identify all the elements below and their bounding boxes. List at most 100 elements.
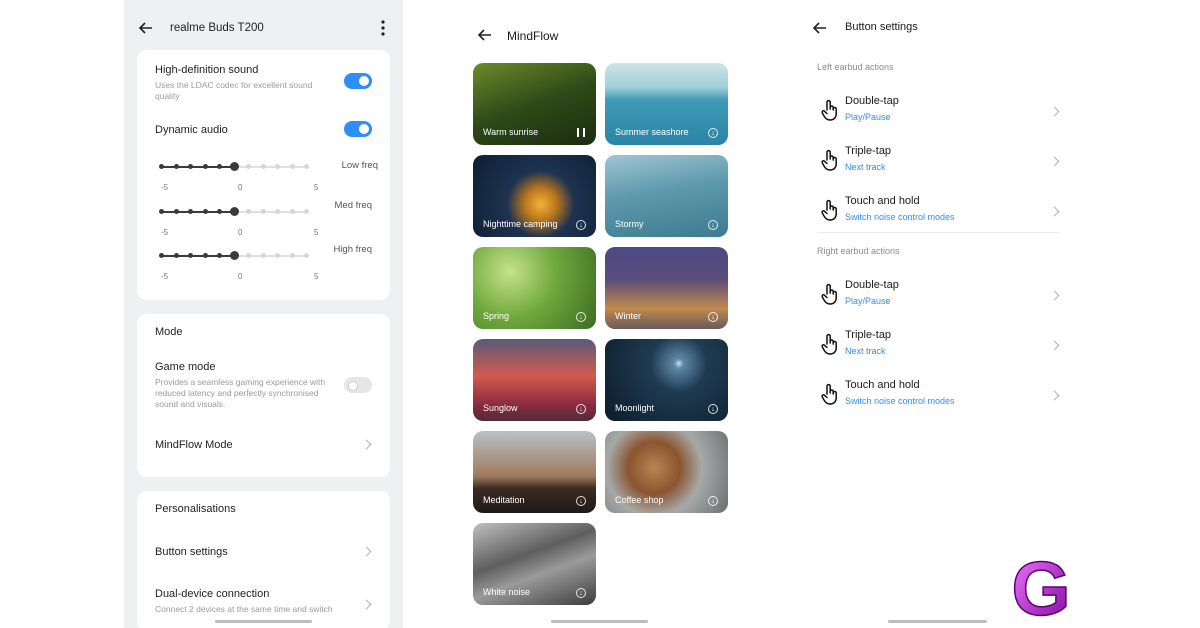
right-touch-and-hold-row[interactable]: Touch and hold Switch noise control modes bbox=[817, 373, 1062, 423]
eq-slider-low[interactable] bbox=[159, 162, 309, 172]
action-label: Switch noise control modes bbox=[845, 396, 955, 406]
back-arrow-icon[interactable] bbox=[477, 27, 493, 43]
eq-step-dot bbox=[173, 209, 179, 214]
eq-slider-med[interactable] bbox=[159, 207, 309, 217]
home-indicator bbox=[551, 620, 648, 623]
sound-tile-label: Sunglow bbox=[483, 403, 518, 413]
touch-gesture-icon bbox=[821, 283, 837, 305]
dynamic-audio-title: Dynamic audio bbox=[155, 124, 228, 136]
eq-step-dot bbox=[289, 209, 295, 214]
chevron-right-icon bbox=[361, 439, 372, 450]
eq-track-inactive bbox=[233, 166, 306, 168]
sound-tile-nighttime-camping[interactable]: Nighttime camping ↓ bbox=[473, 155, 596, 237]
dual-device-desc: Connect 2 devices at the same time and s… bbox=[155, 604, 333, 614]
eq-med-min: -5 bbox=[161, 228, 169, 237]
eq-step-dot bbox=[246, 209, 251, 214]
gesture-label: Touch and hold bbox=[845, 379, 920, 391]
eq-step-dot bbox=[173, 164, 179, 169]
eq-step-dot bbox=[202, 209, 208, 214]
download-icon[interactable]: ↓ bbox=[576, 496, 586, 506]
sound-tile-sunglow[interactable]: Sunglow ↓ bbox=[473, 339, 596, 421]
left-double-tap-row[interactable]: Double-tap Play/Pause bbox=[817, 89, 1062, 139]
sound-tile-spring[interactable]: Spring ↓ bbox=[473, 247, 596, 329]
header: realme Buds T200 bbox=[124, 0, 403, 56]
sound-tile-winter[interactable]: Winter ↓ bbox=[605, 247, 728, 329]
eq-step-dot bbox=[217, 253, 222, 258]
action-label: Next track bbox=[845, 346, 886, 356]
dynamic-audio-toggle[interactable] bbox=[344, 121, 372, 137]
page-title: realme Buds T200 bbox=[170, 22, 264, 34]
button-settings-row[interactable]: Button settings bbox=[137, 537, 390, 567]
sound-tile-moonlight[interactable]: Moonlight ↓ bbox=[605, 339, 728, 421]
sound-tile-summer-seashore[interactable]: Summer seashore ↓ bbox=[605, 63, 728, 145]
sound-tile-label: Nighttime camping bbox=[483, 219, 558, 229]
download-icon[interactable]: ↓ bbox=[708, 312, 718, 322]
right-double-tap-row[interactable]: Double-tap Play/Pause bbox=[817, 273, 1062, 323]
sound-tile-label: Coffee shop bbox=[615, 495, 664, 505]
hd-sound-toggle[interactable] bbox=[344, 73, 372, 89]
eq-low-max: 5 bbox=[314, 183, 319, 192]
download-icon[interactable]: ↓ bbox=[708, 496, 718, 506]
dual-device-row[interactable]: Dual-device connection Connect 2 devices… bbox=[137, 583, 390, 623]
eq-step-dot bbox=[202, 253, 208, 258]
eq-high-min: -5 bbox=[161, 272, 169, 281]
personalisations-card: Personalisations Button settings Dual-de… bbox=[137, 491, 390, 628]
action-label: Switch noise control modes bbox=[845, 212, 955, 222]
sound-tile-label: Meditation bbox=[483, 495, 525, 505]
eq-high-mid: 0 bbox=[238, 272, 243, 281]
sound-tile-warm-sunrise[interactable]: Warm sunrise bbox=[473, 63, 596, 145]
audio-card: High-definition sound Uses the LDAC code… bbox=[137, 50, 390, 300]
left-earbud-header: Left earbud actions bbox=[817, 62, 894, 72]
game-mode-desc: Provides a seamless gaming experience wi… bbox=[155, 377, 326, 409]
chevron-right-icon bbox=[1049, 106, 1060, 117]
chevron-right-icon bbox=[1049, 206, 1060, 217]
chevron-right-icon bbox=[1049, 156, 1060, 167]
sound-tile-stormy[interactable]: Stormy ↓ bbox=[605, 155, 728, 237]
sound-tile-coffee-shop[interactable]: Coffee shop ↓ bbox=[605, 431, 728, 513]
eq-track-inactive bbox=[233, 211, 306, 213]
sound-tile-white-noise[interactable]: White noise ↓ bbox=[473, 523, 596, 605]
download-icon[interactable]: ↓ bbox=[708, 128, 718, 138]
sound-tile-meditation[interactable]: Meditation ↓ bbox=[473, 431, 596, 513]
sound-tile-label: Stormy bbox=[615, 219, 644, 229]
eq-step-dot bbox=[304, 209, 309, 214]
chevron-right-icon bbox=[1049, 290, 1060, 301]
eq-step-dot bbox=[289, 164, 295, 169]
eq-step-dot bbox=[159, 209, 164, 214]
game-mode-toggle[interactable] bbox=[344, 377, 372, 393]
download-icon[interactable]: ↓ bbox=[576, 220, 586, 230]
back-arrow-icon[interactable] bbox=[812, 20, 828, 36]
button-settings-label: Button settings bbox=[155, 546, 228, 558]
eq-step-dot bbox=[217, 209, 222, 214]
eq-thumb[interactable] bbox=[229, 162, 239, 171]
download-icon[interactable]: ↓ bbox=[576, 588, 586, 598]
eq-step-dot bbox=[188, 253, 193, 258]
touch-gesture-icon bbox=[821, 99, 837, 121]
download-icon[interactable]: ↓ bbox=[708, 404, 718, 414]
left-touch-and-hold-row[interactable]: Touch and hold Switch noise control modes bbox=[817, 189, 1062, 239]
download-icon[interactable]: ↓ bbox=[576, 404, 586, 414]
eq-thumb[interactable] bbox=[229, 207, 239, 216]
pause-icon[interactable] bbox=[577, 128, 585, 137]
sound-tile-label: White noise bbox=[483, 587, 531, 597]
left-triple-tap-row[interactable]: Triple-tap Next track bbox=[817, 139, 1062, 189]
gesture-label: Double-tap bbox=[845, 95, 899, 107]
back-arrow-icon[interactable] bbox=[138, 20, 154, 36]
eq-low-min: -5 bbox=[161, 183, 169, 192]
eq-label-high: High freq bbox=[333, 244, 372, 255]
sound-tile-label: Winter bbox=[615, 311, 642, 321]
download-icon[interactable]: ↓ bbox=[708, 220, 718, 230]
eq-step-dot bbox=[260, 164, 266, 169]
sound-tile-label: Summer seashore bbox=[615, 127, 689, 137]
eq-slider-high[interactable] bbox=[159, 251, 309, 261]
page-title: MindFlow bbox=[507, 29, 559, 43]
more-menu-icon[interactable] bbox=[380, 20, 386, 36]
gesture-label: Triple-tap bbox=[845, 329, 892, 341]
mindflow-mode-row[interactable]: MindFlow Mode bbox=[137, 426, 390, 462]
eq-thumb[interactable] bbox=[229, 251, 239, 260]
right-triple-tap-row[interactable]: Triple-tap Next track bbox=[817, 323, 1062, 373]
download-icon[interactable]: ↓ bbox=[576, 312, 586, 322]
personalisations-header: Personalisations bbox=[155, 503, 236, 515]
eq-track-active bbox=[161, 255, 234, 257]
eq-step-dot bbox=[260, 209, 266, 214]
